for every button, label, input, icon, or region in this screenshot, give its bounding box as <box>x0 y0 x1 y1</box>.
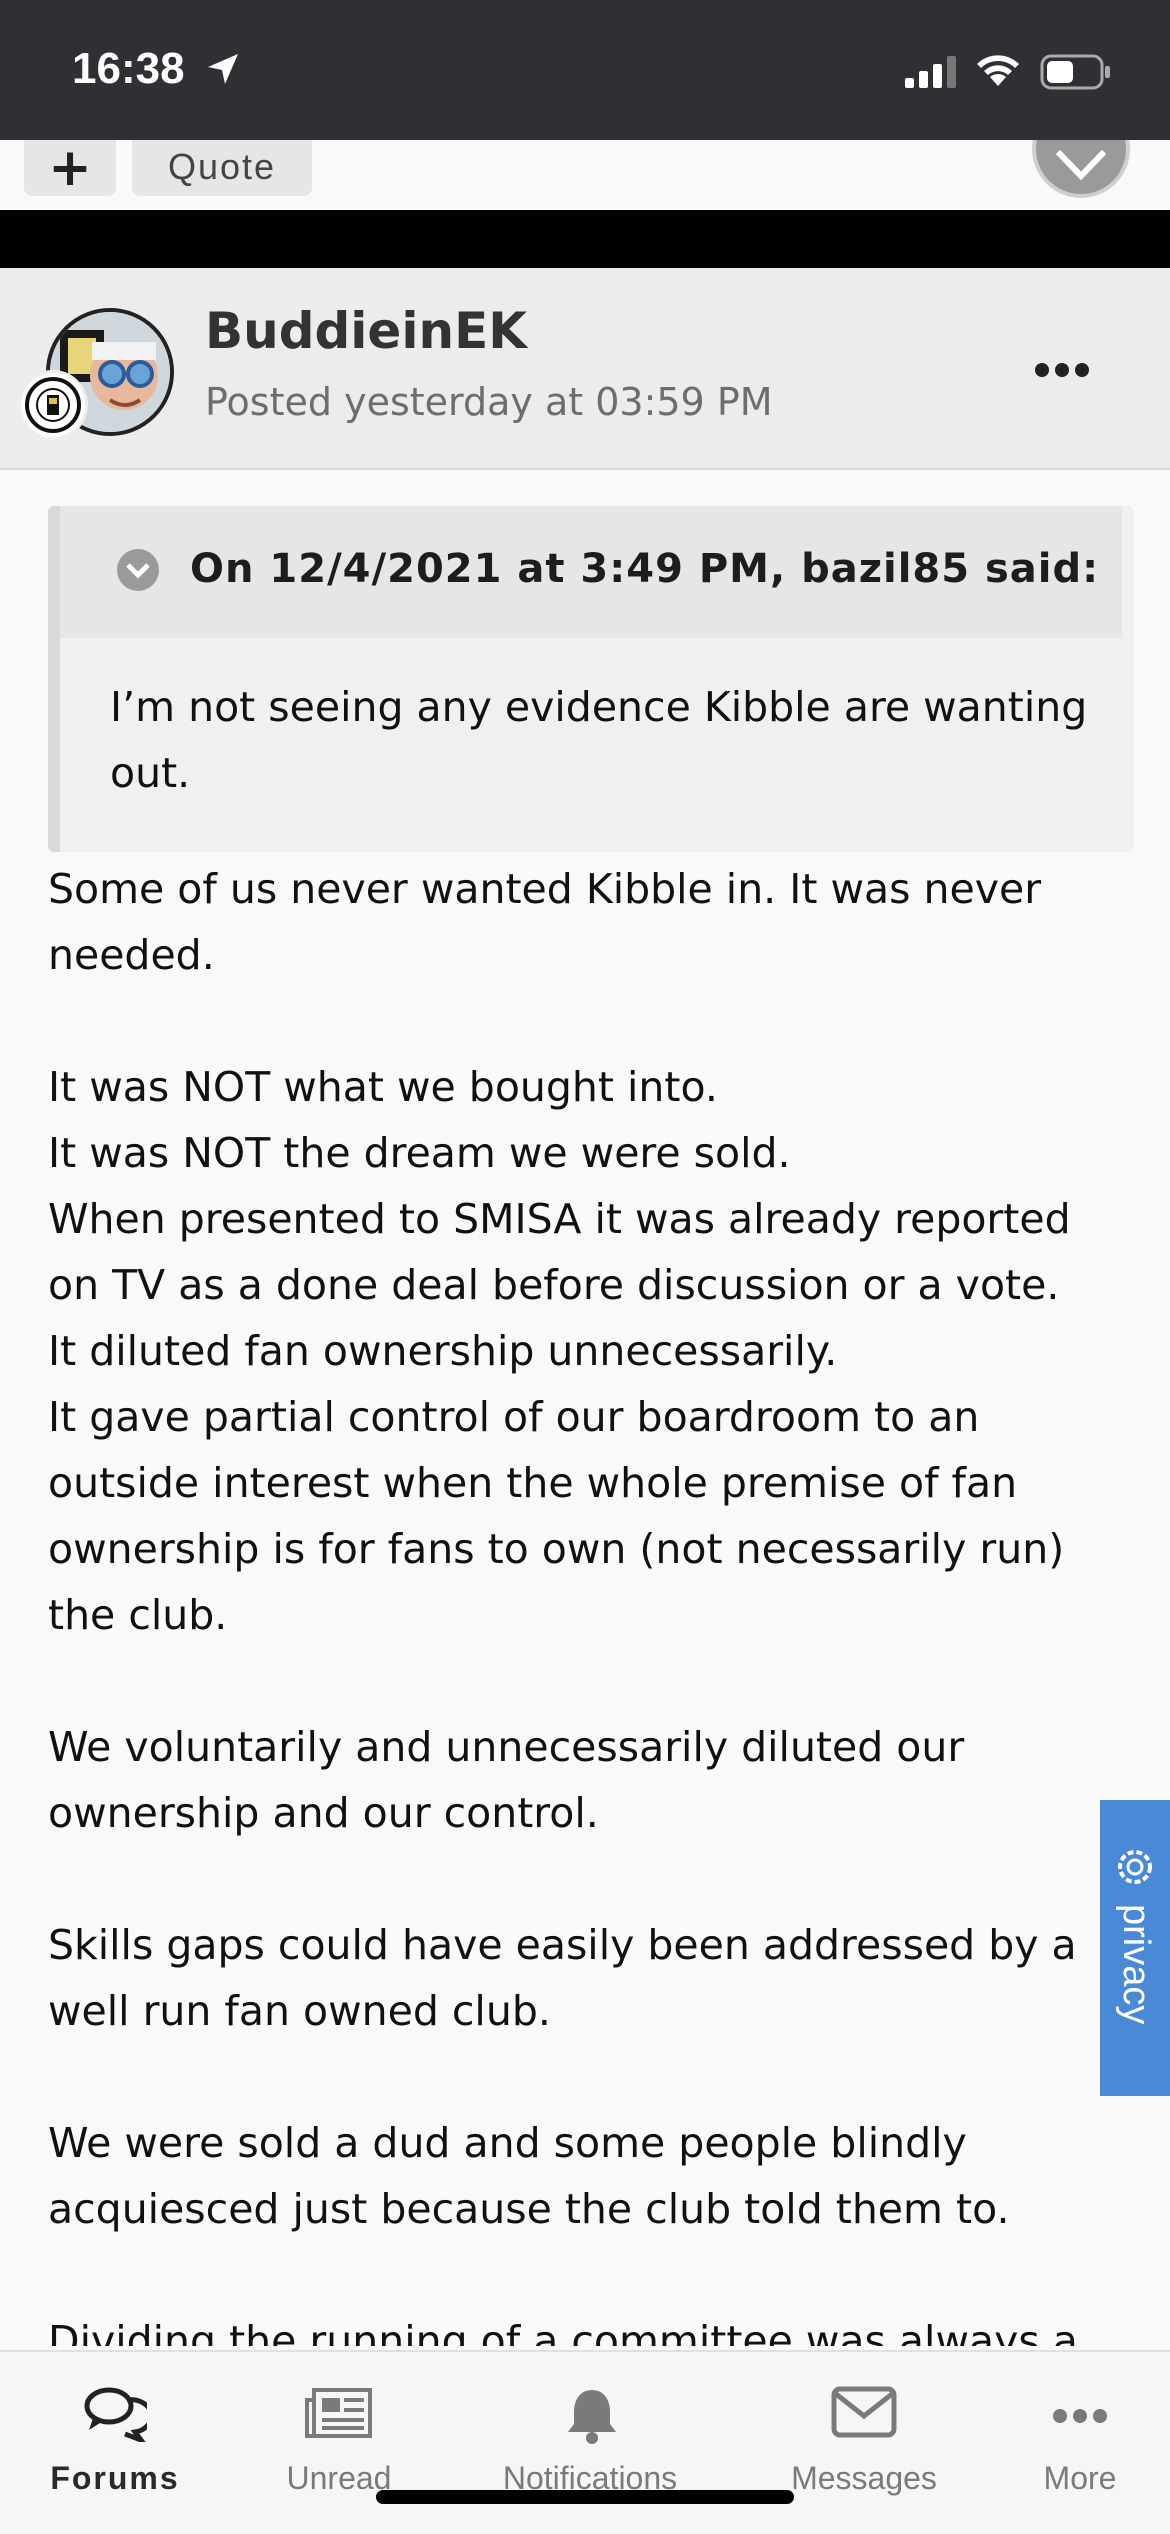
post-separator <box>0 210 1170 268</box>
privacy-button[interactable]: privacy <box>1100 1800 1170 2096</box>
wifi-icon <box>977 55 1019 86</box>
post-header: BuddieinEK Posted yesterday at 03:59 PM <box>0 268 1170 470</box>
ellipsis-icon[interactable] <box>1034 360 1090 380</box>
quote-block: On 12/4/2021 at 3:49 PM, bazil85 said: I… <box>48 506 1134 852</box>
home-indicator <box>376 2490 794 2504</box>
gear-icon <box>1118 1850 1152 1884</box>
privacy-label: privacy <box>1115 1904 1157 2025</box>
tab-messages[interactable]: Messages <box>776 2352 952 2534</box>
previous-post-actions: + Quote <box>0 140 1170 210</box>
location-arrow-icon <box>208 54 238 84</box>
post-paragraph: It was NOT what we bought into. It was N… <box>48 1063 1071 1639</box>
bottom-tab-bar: Forums Unread Notifications Messages Mor… <box>0 2350 1170 2534</box>
post-author[interactable]: BuddieinEK <box>205 302 527 360</box>
club-badge-icon <box>18 370 88 440</box>
post-paragraph: We were sold a dud and some people blind… <box>48 2119 1010 2233</box>
tab-label: Messages <box>791 2460 937 2496</box>
quote-header[interactable]: On 12/4/2021 at 3:49 PM, bazil85 said: <box>60 506 1122 638</box>
quote-citation[interactable]: On 12/4/2021 at 3:49 PM, bazil85 said: <box>190 546 1099 592</box>
quote-button[interactable]: Quote <box>132 140 312 196</box>
bell-icon <box>568 2390 616 2444</box>
post-paragraph: Dividing the running of a committee was … <box>48 2317 1078 2346</box>
newspaper-icon <box>305 2388 372 2438</box>
ellipsis-icon <box>1053 2409 1107 2423</box>
post-content: Some of us never wanted Kibble in. It wa… <box>48 856 1122 2346</box>
reaction-button[interactable] <box>1032 140 1130 198</box>
status-bar: 16:38 <box>0 0 1170 140</box>
envelope-icon <box>831 2386 897 2438</box>
tab-forums[interactable]: Forums <box>30 2352 200 2534</box>
cellular-signal-icon <box>905 56 956 88</box>
quote-text: I’m not seeing any evidence Kibble are w… <box>110 683 1088 797</box>
tab-notifications[interactable]: Notifications <box>480 2352 700 2534</box>
post-paragraph: Some of us never wanted Kibble in. It wa… <box>48 865 1042 979</box>
tab-more[interactable]: More <box>1030 2352 1130 2534</box>
chevron-down-icon[interactable] <box>116 548 160 592</box>
chat-bubbles-icon <box>84 2387 147 2442</box>
post-timestamp[interactable]: Posted yesterday at 03:59 PM <box>205 380 773 424</box>
tab-unread[interactable]: Unread <box>264 2352 414 2534</box>
post-paragraph: We voluntarily and unnecessarily diluted… <box>48 1723 965 1837</box>
heart-icon <box>1056 150 1106 180</box>
tab-label: More <box>1043 2460 1117 2496</box>
tab-label: Forums <box>50 2460 180 2496</box>
battery-icon <box>1040 54 1110 90</box>
status-time: 16:38 <box>72 44 185 93</box>
post-paragraph: Skills gaps could have easily been addre… <box>48 1921 1077 2035</box>
multiquote-button[interactable]: + <box>24 140 116 198</box>
